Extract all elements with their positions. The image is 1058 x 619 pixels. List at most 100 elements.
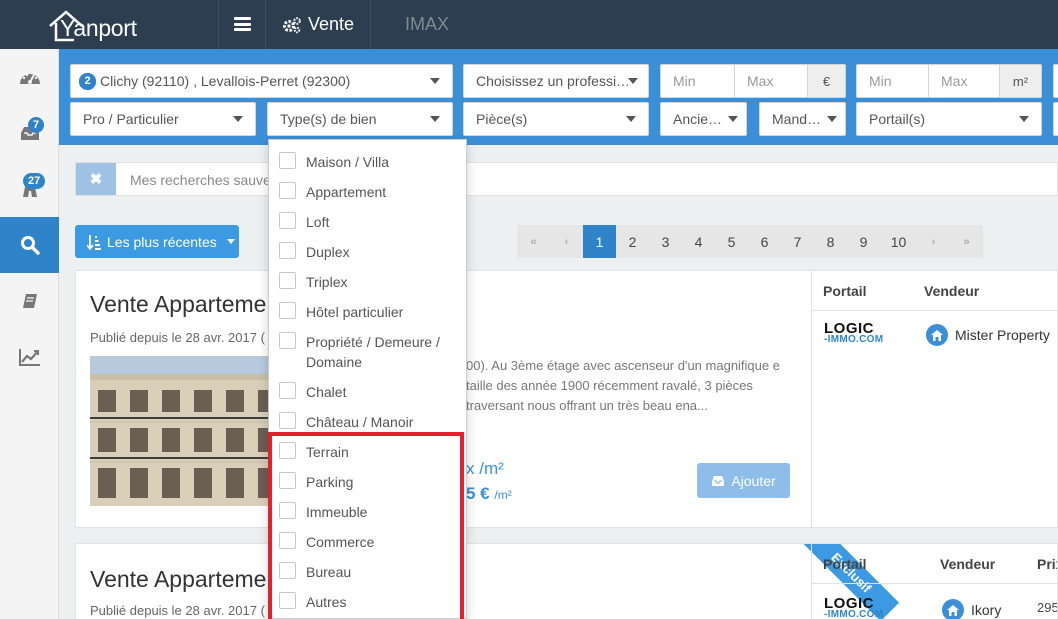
listing-card[interactable]: Vente Apparteme Publié depuis le 28 avr.… [75,270,1058,528]
surface-min-input[interactable]: Min [869,73,892,89]
checkbox[interactable] [279,382,296,399]
option-triplex[interactable]: Triplex [269,266,466,296]
checkbox[interactable] [279,472,296,489]
option-commerce[interactable]: Commerce [269,526,466,556]
listing-title[interactable]: Vente Apparteme [90,291,266,318]
mandate-select[interactable]: Mand… [759,102,846,136]
option-label: Loft [306,214,330,230]
option-immeuble[interactable]: Immeuble [269,496,466,526]
pagination-page-1[interactable]: 1 [583,225,616,258]
checkbox[interactable] [279,182,296,199]
pagination-page-8[interactable]: 8 [814,225,847,258]
surface-unit: m² [999,65,1041,97]
location-count-badge: 2 [79,72,96,90]
price-min-input[interactable]: Min [673,73,696,89]
vendor-link[interactable]: Mister Property [926,324,1050,346]
rooms-label: Pièce(s) [476,111,528,127]
checkbox[interactable] [279,562,296,579]
property-type-select[interactable]: Type(s) de bien [267,102,453,136]
checkbox[interactable] [279,592,296,609]
pagination-page-3[interactable]: 3 [649,225,682,258]
checkbox[interactable] [279,152,296,169]
sort-button[interactable]: Les plus récentes [75,225,239,258]
listing-card[interactable]: Vente Apparteme Publié depuis le 28 avr.… [75,543,1058,619]
nav-vente[interactable]: Vente [282,14,354,35]
pagination-page-6[interactable]: 6 [748,225,781,258]
pagination-page-9[interactable]: 9 [847,225,880,258]
listing-price-per-m2: x /m² [466,459,504,478]
sidebar-item-inbox[interactable]: 7 [0,105,59,161]
checkbox[interactable] [279,302,296,319]
clear-saved-search-button[interactable]: ✖ [76,163,116,195]
logic-immo-logo[interactable]: LOGIC -IMMO.COM [824,596,884,619]
gears-icon [283,16,301,33]
option-label: Terrain [306,444,349,460]
option-duplex[interactable]: Duplex [269,236,466,266]
checkbox[interactable] [279,412,296,429]
price-range: Min Max € [660,64,846,98]
age-select[interactable]: Ancie… [660,102,747,136]
pagination-next[interactable]: › [917,225,950,258]
chevron-down-icon [628,78,638,84]
option-hotel-particulier[interactable]: Hôtel particulier [269,296,466,326]
sidebar-item-stats[interactable] [0,329,59,385]
option-loft[interactable]: Loft [269,206,466,236]
option-propriete-demeure-domaine[interactable]: Propriété / Demeure / Domaine [269,326,466,376]
option-terrain[interactable]: Terrain [269,436,466,466]
listing-sources: Portail Vendeur LOGIC -IMMO.COM Mister P… [811,271,1058,527]
checkbox[interactable] [279,332,296,349]
professional-select[interactable]: Choisissez un professi… [463,64,649,98]
option-bureau[interactable]: Bureau [269,556,466,586]
checkbox[interactable] [279,502,296,519]
listing-title[interactable]: Vente Apparteme [90,566,266,593]
option-appartement[interactable]: Appartement [269,176,466,206]
pagination-page-2[interactable]: 2 [616,225,649,258]
checkbox[interactable] [279,242,296,259]
saved-searches-bar: ✖ Mes recherches sauveg [75,162,1058,196]
sidebar-item-search[interactable] [0,217,59,273]
sidebar-item-book[interactable] [0,273,59,329]
pagination-page-5[interactable]: 5 [715,225,748,258]
checkbox[interactable] [279,272,296,289]
option-autres[interactable]: Autres [269,586,466,616]
sidebar-item-dashboard[interactable] [0,49,59,105]
option-maison-villa[interactable]: Maison / Villa [269,146,466,176]
logo-bottom: -IMMO.COM [824,609,884,619]
option-label: Chalet [306,384,347,400]
pagination-page-7[interactable]: 7 [781,225,814,258]
rooms-select[interactable]: Pièce(s) [463,102,649,136]
logic-immo-logo[interactable]: LOGIC -IMMO.COM [824,321,883,345]
pagination-last[interactable]: » [950,225,983,258]
nav-imax[interactable]: IMAX [405,14,449,35]
pagination-first[interactable]: « [517,225,550,258]
yanport-logo[interactable]: Yanport [48,6,137,44]
checkbox[interactable] [279,212,296,229]
listing-date: Publié depuis le 28 avr. 2017 ( [90,603,265,618]
surface-max-input[interactable]: Max [941,73,967,89]
sidebar-item-map[interactable]: 27 [0,161,59,217]
pagination-page-4[interactable]: 4 [682,225,715,258]
pro-part-select[interactable]: Pro / Particulier [70,102,256,136]
option-chalet[interactable]: Chalet [269,376,466,406]
checkbox[interactable] [279,532,296,549]
pagination-prev[interactable]: ‹ [550,225,583,258]
listing-price: 5 € /m² [466,484,512,504]
pagination-page-10[interactable]: 10 [880,225,917,258]
option-label: Appartement [306,184,387,200]
vendor-link[interactable]: Ikory [942,599,1001,619]
add-button[interactable]: Ajouter [697,463,790,498]
price-max-input[interactable]: Max [747,73,773,89]
saved-searches-input[interactable]: Mes recherches sauveg [130,172,279,188]
checkbox[interactable] [279,442,296,459]
chevron-down-icon [827,116,837,122]
listing-price-value: 5 € [466,484,490,503]
option-parking[interactable]: Parking [269,466,466,496]
portals-select[interactable]: Portail(s) [856,102,1042,136]
mandate-label: Mand… [772,111,822,127]
location-select[interactable]: 2 Clichy (92110) , Levallois-Perret (923… [70,64,453,98]
surface-range: Min Max m² [856,64,1042,98]
menu-icon[interactable] [234,17,251,31]
add-button-label: Ajouter [731,472,776,489]
option-chateau-manoir[interactable]: Château / Manoir [269,406,466,436]
filter-bar: 2 Clichy (92110) , Levallois-Perret (923… [59,49,1058,145]
